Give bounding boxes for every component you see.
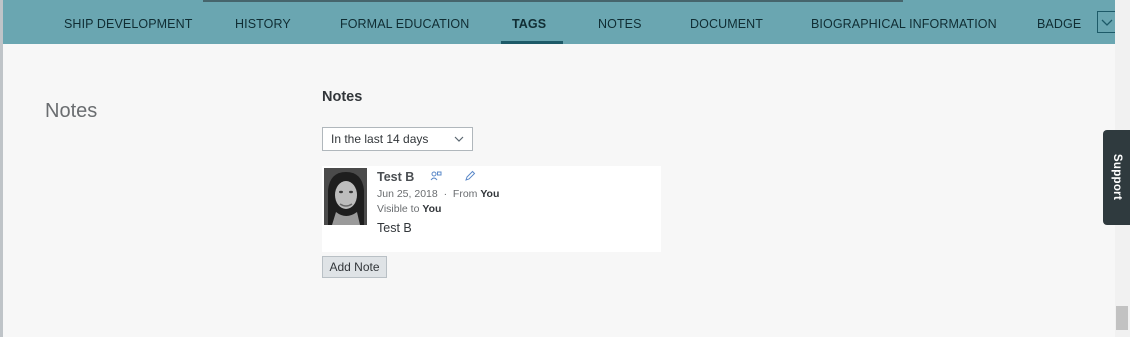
tab-history[interactable]: HISTORY	[235, 0, 291, 44]
support-label: Support	[1111, 153, 1123, 201]
section-title: Notes	[45, 100, 98, 122]
header-shadow	[203, 0, 903, 2]
tab-ship-development[interactable]: SHIP DEVELOPMENT	[64, 0, 193, 44]
tab-overflow-button[interactable]	[1097, 11, 1115, 33]
chevron-down-icon	[1101, 19, 1113, 26]
notes-heading: Notes	[322, 89, 363, 105]
from-label: From	[452, 188, 478, 200]
note-body: Test B	[377, 221, 412, 235]
visible-value: You	[422, 203, 442, 215]
note-item: Test B Jun 25, 2018 · From You Visible t…	[322, 166, 661, 252]
scrollbar-thumb[interactable]	[1116, 306, 1128, 330]
meta-separator: ·	[443, 188, 448, 200]
note-date: Jun 25, 2018	[377, 188, 438, 200]
date-filter-value: In the last 14 days	[331, 132, 429, 146]
chevron-down-icon	[454, 136, 464, 142]
add-note-button[interactable]: Add Note	[322, 256, 387, 278]
edit-pencil-icon[interactable]	[464, 170, 476, 182]
date-filter-select[interactable]: In the last 14 days	[322, 127, 473, 151]
visible-label: Visible to	[377, 203, 420, 215]
from-value: You	[480, 188, 500, 200]
note-meta: Jun 25, 2018 · From You	[377, 188, 499, 200]
tab-document[interactable]: DOCUMENT	[690, 0, 763, 44]
tab-notes[interactable]: NOTES	[598, 0, 642, 44]
support-tab[interactable]: Support	[1103, 130, 1130, 225]
avatar	[324, 168, 367, 225]
note-author: Test B	[377, 170, 415, 184]
note-visibility: Visible to You	[377, 203, 441, 215]
window-left-edge	[0, 0, 3, 337]
tab-formal-education[interactable]: FORMAL EDUCATION	[340, 0, 469, 44]
active-tab-indicator	[501, 41, 563, 44]
tab-badge[interactable]: BADGE	[1037, 0, 1081, 44]
tab-biographical-information[interactable]: BIOGRAPHICAL INFORMATION	[811, 0, 997, 44]
tab-tags[interactable]: TAGS	[512, 0, 546, 44]
visibility-icon[interactable]	[430, 170, 442, 182]
section-tab-bar: SHIP DEVELOPMENT HISTORY FORMAL EDUCATIO…	[3, 0, 1115, 44]
avatar-photo	[324, 168, 367, 225]
